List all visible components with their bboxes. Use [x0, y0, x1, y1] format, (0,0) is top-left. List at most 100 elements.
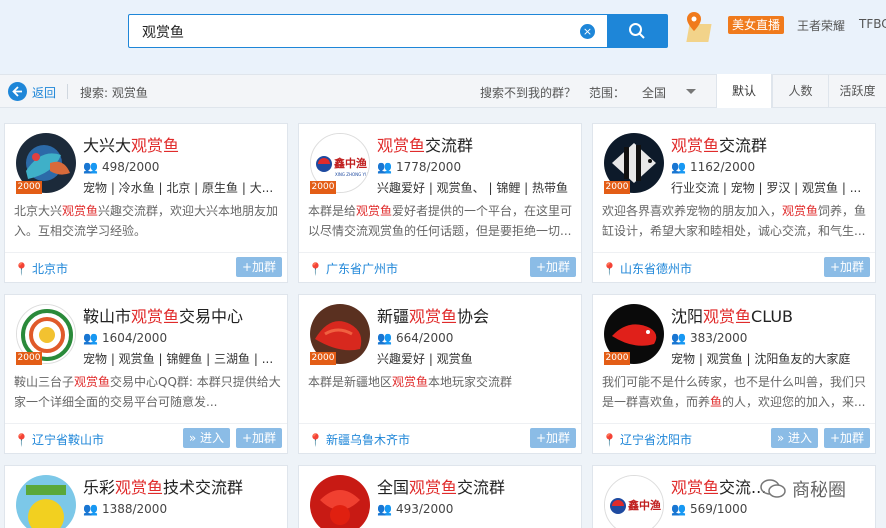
group-location: 📍 辽宁省沈阳市 — [602, 433, 692, 447]
group-card[interactable]: 全国观赏鱼交流群 👥 493/2000 — [298, 465, 582, 528]
group-description: 本群是新疆地区观赏鱼本地玩家交流群 — [308, 375, 513, 389]
svg-text:鑫中渔: 鑫中渔 — [627, 498, 661, 512]
back-link[interactable]: 返回 — [32, 84, 56, 101]
pin-icon: 📍 — [14, 262, 29, 276]
join-group-button[interactable]: +加群 — [235, 257, 282, 277]
member-count: 👥 498/2000 — [83, 160, 160, 174]
cannot-find-link[interactable]: 搜索不到我的群？ — [480, 84, 576, 101]
tab-activity[interactable]: 活跃度 — [828, 74, 886, 108]
person-icon: 👥 — [83, 331, 98, 345]
group-location: 📍 辽宁省鞍山市 — [14, 433, 104, 447]
card-footer: 📍 辽宁省沈阳市 » 进入 +加群 — [593, 423, 875, 453]
level-badge: 2000 — [604, 181, 630, 194]
group-location: 📍 广东省广州市 — [308, 262, 398, 276]
clear-icon[interactable]: × — [580, 24, 595, 39]
member-count: 👥 493/2000 — [377, 502, 454, 516]
group-card[interactable]: 鑫中渔 XING ZHONG YU 2000 观赏鱼交流群 👥 1778/2000 … — [298, 123, 582, 283]
group-description: 我们可能不是什么砖家，也不是什么叫兽，我们只是一群喜欢鱼，而养鱼的人，欢迎您的加… — [602, 375, 867, 409]
group-description: 北京大兴观赏鱼兴趣交流群，欢迎大兴本地朋友加入。互相交流学习经验。 — [14, 204, 279, 238]
search-icon — [629, 23, 645, 39]
group-title[interactable]: 乐彩观赏鱼技术交流群 — [83, 474, 243, 498]
group-description: 鞍山三台子观赏鱼交易中心QQ群: 本群只提供给大家一个详细全面的交易平台可随意发… — [14, 375, 281, 409]
join-group-button[interactable]: +加群 — [529, 428, 576, 448]
filter-bar: 返回 搜索: 观赏鱼 搜索不到我的群？ 范围： 全国 默认 人数 活跃度 — [0, 74, 886, 108]
location-map-icon[interactable] — [684, 10, 716, 50]
group-card[interactable]: 2000 大兴大观赏鱼 👥 498/2000 宠物 | 冷水鱼 | 北京 | 原生… — [4, 123, 288, 283]
enter-group-button[interactable]: » 进入 — [770, 428, 818, 448]
level-badge: 2000 — [604, 352, 630, 365]
group-card[interactable]: 2000 新疆观赏鱼协会 👥 664/2000 兴趣爱好 | 观赏鱼 本群是新疆地… — [298, 294, 582, 454]
person-icon: 👥 — [671, 331, 686, 345]
person-icon: 👥 — [377, 331, 392, 345]
person-icon: 👥 — [83, 160, 98, 174]
group-card[interactable]: 乐彩观赏鱼技术交流群 👥 1388/2000 — [4, 465, 288, 528]
watermark: 商秘圈 — [760, 476, 846, 502]
card-footer: 📍 山东省德州市 +加群 — [593, 252, 875, 282]
group-tags: 宠物 | 观赏鱼 | 沈阳鱼友的大家庭 — [671, 352, 851, 366]
search-summary: 搜索: 观赏鱼 — [80, 86, 148, 100]
top-link-game[interactable]: 王者荣耀 — [797, 17, 845, 34]
member-count: 👥 1162/2000 — [671, 160, 756, 174]
member-count: 👥 1778/2000 — [377, 160, 462, 174]
group-avatar — [16, 475, 76, 528]
group-location: 📍 山东省德州市 — [602, 262, 692, 276]
person-icon: 👥 — [671, 160, 686, 174]
group-tags: 宠物 | 冷水鱼 | 北京 | 原生鱼 | 大... — [83, 181, 274, 195]
group-tags: 行业交流 | 宠物 | 罗汉 | 观赏鱼 | ... — [671, 181, 862, 195]
top-link-tfbc[interactable]: TFBC — [859, 17, 886, 31]
tab-default[interactable]: 默认 — [716, 74, 772, 108]
join-group-button[interactable]: +加群 — [235, 428, 282, 448]
range-select[interactable]: 全国 — [642, 84, 666, 101]
enter-group-button[interactable]: » 进入 — [182, 428, 230, 448]
search-input[interactable]: 观赏鱼 × — [128, 14, 608, 48]
level-badge: 2000 — [310, 352, 336, 365]
chevron-down-icon[interactable] — [686, 89, 696, 94]
search-button[interactable] — [607, 14, 668, 48]
group-description: 本群是给观赏鱼爱好者提供的一个平台，在这里可以尽情交流观赏鱼的任何话题，但是要拒… — [308, 204, 573, 238]
level-badge: 2000 — [310, 181, 336, 194]
group-title[interactable]: 沈阳观赏鱼CLUB — [671, 303, 793, 327]
group-card[interactable]: 2000 沈阳观赏鱼CLUB 👥 383/2000 宠物 | 观赏鱼 | 沈阳鱼友… — [592, 294, 876, 454]
group-title[interactable]: 大兴大观赏鱼 — [83, 132, 179, 156]
svg-text:XING ZHONG YU: XING ZHONG YU — [335, 172, 368, 177]
card-footer: 📍 北京市 +加群 — [5, 252, 287, 282]
level-badge: 2000 — [16, 181, 42, 194]
join-group-button[interactable]: +加群 — [529, 257, 576, 277]
group-tags: 兴趣爱好 | 观赏鱼、 | 锦鲤 | 热带鱼 — [377, 181, 569, 195]
group-results-grid: 2000 大兴大观赏鱼 👥 498/2000 宠物 | 冷水鱼 | 北京 | 原生… — [0, 108, 886, 528]
group-title[interactable]: 全国观赏鱼交流群 — [377, 474, 505, 498]
card-footer: 📍 广东省广州市 +加群 — [299, 252, 581, 282]
divider — [67, 84, 68, 99]
member-count: 👥 569/1000 — [671, 502, 748, 516]
pin-icon: 📍 — [14, 433, 29, 447]
search-query[interactable]: 观赏鱼 — [142, 22, 184, 42]
svg-text:鑫中渔: 鑫中渔 — [333, 156, 367, 170]
join-group-button[interactable]: +加群 — [823, 257, 870, 277]
person-icon: 👥 — [377, 160, 392, 174]
group-tags: 兴趣爱好 | 观赏鱼 — [377, 352, 473, 366]
tab-members[interactable]: 人数 — [772, 74, 828, 108]
join-group-button[interactable]: +加群 — [823, 428, 870, 448]
member-count: 👥 1388/2000 — [83, 502, 168, 516]
group-card[interactable]: 2000 观赏鱼交流群 👥 1162/2000 行业交流 | 宠物 | 罗汉 | … — [592, 123, 876, 283]
group-tags: 宠物 | 观赏鱼 | 锦鲤鱼 | 三湖鱼 | ... — [83, 352, 274, 366]
back-arrow-icon[interactable] — [8, 82, 27, 101]
live-badge[interactable]: 美女直播 — [728, 16, 785, 34]
pin-icon: 📍 — [308, 262, 323, 276]
group-avatar — [310, 475, 370, 528]
person-icon: 👥 — [671, 502, 686, 516]
pin-icon: 📍 — [308, 433, 323, 447]
group-card[interactable]: 2000 鞍山市观赏鱼交易中心 👥 1604/2000 宠物 | 观赏鱼 | 锦鲤… — [4, 294, 288, 454]
card-footer: 📍 辽宁省鞍山市 » 进入 +加群 — [5, 423, 287, 453]
card-footer: 📍 新疆乌鲁木齐市 +加群 — [299, 423, 581, 453]
group-title[interactable]: 鞍山市观赏鱼交易中心 — [83, 303, 243, 327]
member-count: 👥 1604/2000 — [83, 331, 168, 345]
person-icon: 👥 — [377, 502, 392, 516]
pin-icon: 📍 — [602, 433, 617, 447]
group-title[interactable]: 观赏鱼交流群 — [377, 132, 473, 156]
group-location: 📍 北京市 — [14, 262, 68, 276]
group-title[interactable]: 观赏鱼交流群 — [671, 132, 767, 156]
group-location: 📍 新疆乌鲁木齐市 — [308, 433, 410, 447]
group-title[interactable]: 观赏鱼交流... — [671, 474, 766, 498]
group-title[interactable]: 新疆观赏鱼协会 — [377, 303, 489, 327]
